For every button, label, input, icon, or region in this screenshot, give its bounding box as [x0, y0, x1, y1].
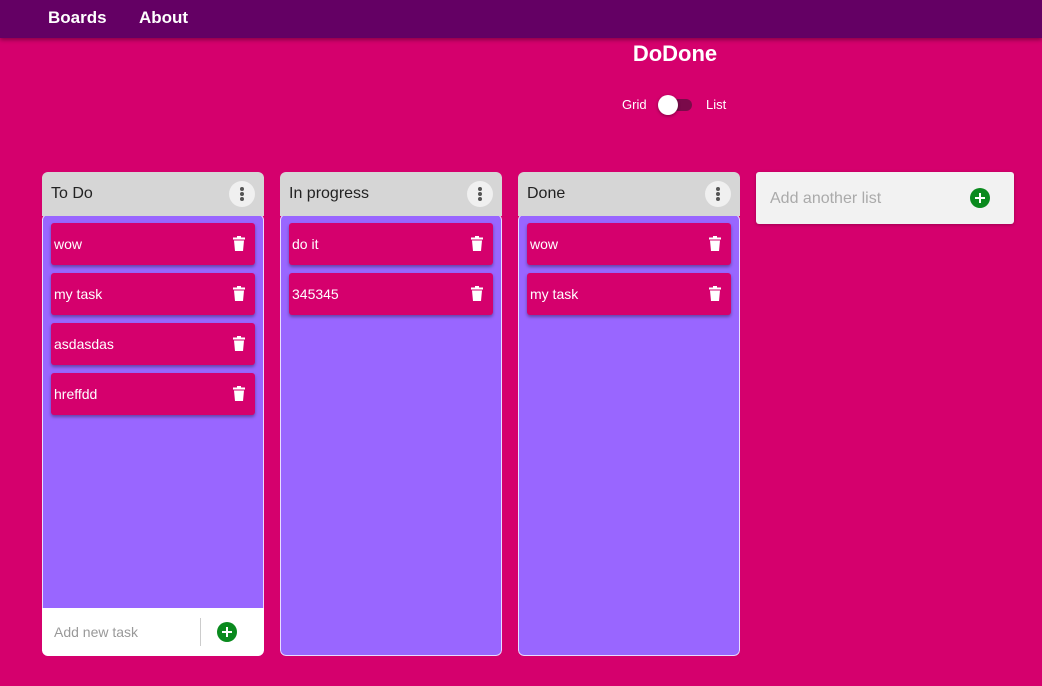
add-task-input[interactable]	[52, 616, 201, 648]
vertical-dots-icon[interactable]	[467, 181, 493, 207]
list-header: Done	[518, 172, 740, 216]
app-title: DoDone	[632, 41, 718, 66]
list-column: wow my task asdasdas hreffdd To Do	[42, 172, 264, 656]
trash-icon[interactable]	[233, 386, 245, 401]
menu-dot	[478, 197, 482, 201]
menu-dot	[716, 197, 720, 201]
menu-dot	[478, 187, 482, 191]
trash-icon[interactable]	[471, 286, 483, 301]
task-card[interactable]: asdasdas	[51, 323, 255, 365]
task-list: wow my task	[527, 223, 731, 323]
task-text: wow	[54, 236, 83, 252]
nav-link-boards[interactable]: Boards	[48, 8, 107, 28]
menu-dot	[716, 187, 720, 191]
task-list: wow my task asdasdas hreffdd	[51, 223, 255, 423]
list-column: do it 345345 In progress	[280, 172, 502, 656]
list-title: Done	[527, 185, 566, 202]
trash-icon[interactable]	[233, 286, 245, 301]
menu-dot	[240, 197, 244, 201]
view-switch[interactable]	[658, 95, 696, 115]
menu-dot	[478, 192, 482, 196]
add-task-plus-icon[interactable]	[217, 622, 237, 642]
trash-icon[interactable]	[233, 236, 245, 251]
menu-dot	[240, 192, 244, 196]
task-text: my task	[530, 286, 579, 302]
list-body: do it 345345	[280, 214, 502, 656]
list-header: In progress	[280, 172, 502, 216]
task-card[interactable]: do it	[289, 223, 493, 265]
list-body: wow my task asdasdas hreffdd	[42, 214, 264, 656]
add-task-bar	[42, 608, 264, 656]
list-title: In progress	[289, 185, 370, 202]
task-list: do it 345345	[289, 223, 493, 323]
trash-icon[interactable]	[709, 236, 721, 251]
task-card[interactable]: my task	[51, 273, 255, 315]
task-card[interactable]: wow	[51, 223, 255, 265]
add-list-input[interactable]	[768, 184, 962, 214]
view-toggle: Grid List	[622, 94, 742, 116]
task-text: asdasdas	[54, 336, 114, 352]
task-card[interactable]: hreffdd	[51, 373, 255, 415]
list-column: wow my task Done	[518, 172, 740, 656]
nav-link-about[interactable]: About	[139, 8, 188, 28]
vertical-dots-icon[interactable]	[229, 181, 255, 207]
task-text: do it	[292, 236, 319, 252]
top-navbar: Boards About	[0, 0, 1042, 38]
task-text: my task	[54, 286, 103, 302]
menu-dot	[240, 187, 244, 191]
trash-icon[interactable]	[471, 236, 483, 251]
task-card[interactable]: 345345	[289, 273, 493, 315]
list-body: wow my task	[518, 214, 740, 656]
toggle-label-grid: Grid	[622, 97, 647, 112]
add-list-panel	[756, 172, 1014, 224]
list-header: To Do	[42, 172, 264, 216]
switch-thumb[interactable]	[658, 95, 678, 115]
task-text: wow	[530, 236, 559, 252]
vertical-dots-icon[interactable]	[705, 181, 731, 207]
trash-icon[interactable]	[233, 336, 245, 351]
task-text: hreffdd	[54, 386, 98, 402]
trash-icon[interactable]	[709, 286, 721, 301]
menu-dot	[716, 192, 720, 196]
task-card[interactable]: my task	[527, 273, 731, 315]
divider	[200, 618, 201, 646]
toggle-label-list: List	[706, 97, 727, 112]
task-card[interactable]: wow	[527, 223, 731, 265]
add-list-plus-icon[interactable]	[970, 188, 990, 208]
list-title: To Do	[51, 185, 93, 202]
task-text: 345345	[292, 286, 339, 302]
